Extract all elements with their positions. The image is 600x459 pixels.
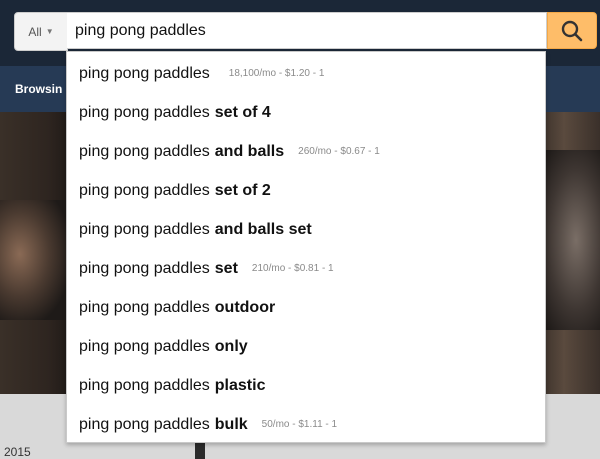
suggestion-prefix: ping pong paddles bbox=[79, 64, 210, 82]
autocomplete-dropdown: ping pong paddles 18,100/mo - $1.20 - 1 p… bbox=[66, 51, 546, 443]
year-label: 2015 bbox=[4, 445, 31, 459]
suggestion-prefix: ping pong paddles bbox=[79, 181, 210, 199]
suggestion-item[interactable]: ping pong paddles outdoor bbox=[79, 288, 289, 327]
suggestion-prefix: ping pong paddles bbox=[79, 259, 210, 277]
suggestion-item[interactable]: ping pong paddles plastic bbox=[79, 366, 279, 405]
suggestion-prefix: ping pong paddles bbox=[79, 376, 210, 394]
suggestion-item[interactable]: ping pong paddles set 210/mo - $0.81 - 1 bbox=[79, 249, 334, 288]
suggestion-suffix: set bbox=[214, 259, 238, 277]
search-icon bbox=[561, 20, 583, 41]
suggestion-meta: 18,100/mo - $1.20 - 1 bbox=[228, 68, 325, 79]
suggestion-prefix: ping pong paddles bbox=[79, 337, 210, 355]
search-scope-dropdown[interactable]: All ▼ bbox=[14, 12, 68, 51]
suggestion-prefix: ping pong paddles bbox=[79, 142, 210, 160]
suggestion-item[interactable]: ping pong paddles and balls 260/mo - $0.67… bbox=[79, 132, 380, 171]
suggestion-prefix: ping pong paddles bbox=[79, 298, 210, 316]
suggestion-prefix: ping pong paddles bbox=[79, 103, 210, 121]
suggestion-item[interactable]: ping pong paddles set of 2 bbox=[79, 171, 285, 210]
search-bar: All ▼ bbox=[14, 12, 598, 51]
search-button[interactable] bbox=[547, 12, 597, 49]
hero-person-left-image bbox=[0, 200, 66, 320]
suggestion-suffix: plastic bbox=[214, 376, 266, 394]
suggestion-meta: 50/mo - $1.11 - 1 bbox=[261, 419, 338, 430]
suggestion-item[interactable]: ping pong paddles 18,100/mo - $1.20 - 1 bbox=[79, 54, 324, 93]
suggestion-suffix: and balls bbox=[214, 142, 285, 160]
search-input[interactable] bbox=[67, 12, 547, 49]
suggestion-suffix: outdoor bbox=[214, 298, 276, 316]
suggestion-suffix: bulk bbox=[214, 415, 248, 433]
suggestion-item[interactable]: ping pong paddles only bbox=[79, 327, 262, 366]
suggestion-suffix: set of 2 bbox=[214, 181, 271, 199]
nav-browsing-label[interactable]: Browsin bbox=[15, 82, 62, 96]
suggestion-prefix: ping pong paddles bbox=[79, 415, 210, 433]
suggestion-item[interactable]: ping pong paddles bulk 50/mo - $1.11 - 1 bbox=[79, 405, 337, 444]
suggestion-meta: 210/mo - $0.81 - 1 bbox=[251, 263, 334, 274]
suggestion-meta: 260/mo - $0.67 - 1 bbox=[298, 146, 380, 157]
suggestion-suffix: set of 4 bbox=[214, 103, 271, 121]
suggestion-item[interactable]: ping pong paddles set of 4 bbox=[79, 93, 285, 132]
suggestion-suffix: only bbox=[214, 337, 248, 355]
suggestion-prefix: ping pong paddles bbox=[79, 220, 210, 238]
suggestion-suffix: and balls set bbox=[214, 220, 312, 238]
search-scope-label: All bbox=[28, 24, 42, 39]
hero-person-right-image bbox=[540, 150, 600, 330]
suggestion-item[interactable]: ping pong paddles and balls set bbox=[79, 210, 326, 249]
chevron-down-icon: ▼ bbox=[45, 27, 54, 36]
